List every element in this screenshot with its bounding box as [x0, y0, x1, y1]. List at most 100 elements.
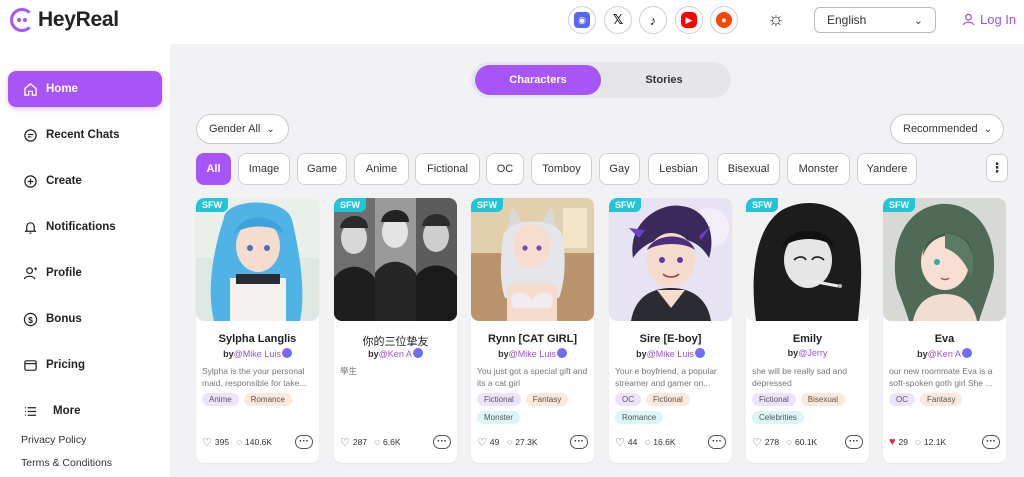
chat-count: 16.6K [653, 437, 676, 447]
sidebar-item-pricing[interactable]: Pricing [8, 347, 162, 383]
chat-icon: ◌ [506, 436, 513, 448]
tag: OC [889, 393, 915, 406]
card-menu-button[interactable]: ··· [570, 435, 588, 449]
author-link[interactable]: @Jerry [798, 348, 827, 358]
card-title: Rynn [CAT GIRL] [487, 333, 577, 345]
category-oc[interactable]: OC [486, 153, 524, 185]
card-menu-button[interactable]: ··· [433, 435, 451, 449]
card-menu-button[interactable]: ··· [845, 435, 863, 449]
category-gay[interactable]: Gay [599, 153, 640, 185]
category-anime[interactable]: Anime [354, 153, 409, 185]
tag: Fictional [646, 393, 690, 406]
author-link[interactable]: @Mike Luis [509, 349, 556, 359]
discord-icon: ◉ [574, 12, 590, 28]
category-lesbian[interactable]: Lesbian [648, 153, 709, 185]
tag-list: OC Fantasy [889, 393, 1002, 406]
tag: Bisexual [800, 393, 846, 406]
author-link[interactable]: @Ken A [379, 349, 412, 359]
theme-toggle[interactable]: ☼ [762, 6, 790, 34]
character-image[interactable]: SFW [471, 198, 594, 321]
category-monster[interactable]: Monster [787, 153, 850, 185]
card-stats: ♡ 49 ◌ 27.3K ··· [477, 435, 588, 449]
category-all[interactable]: All [196, 153, 231, 185]
author-link[interactable]: @Mike Luis [647, 349, 694, 359]
author-link[interactable]: @Mike Luis [234, 349, 281, 359]
gender-filter[interactable]: Gender All ⌄ [196, 114, 289, 144]
character-card[interactable]: SFW Rynn [CAT GIRL] by@Mike Luis You jus… [471, 198, 594, 463]
character-card[interactable]: SFW 你的三位挚友 by@Ken A 學生 ♡ 287 ◌ 6.6K ··· [334, 198, 457, 463]
heart-icon[interactable]: ♡ [202, 436, 212, 449]
login-label: Log In [980, 12, 1017, 27]
sort-dropdown[interactable]: Recommended ⌄ [890, 114, 1004, 144]
sidebar-item-bonus[interactable]: $ Bonus [8, 301, 162, 337]
heart-icon[interactable]: ♡ [752, 436, 762, 449]
card-author: by@Mike Luis [200, 348, 315, 359]
sidebar-item-more[interactable]: More [8, 393, 162, 429]
character-image[interactable]: SFW [883, 198, 1006, 321]
x-button[interactable]: 𝕏 [604, 6, 632, 34]
wallet-icon [22, 357, 38, 373]
chat-count: 12.1K [923, 437, 947, 447]
heart-icon[interactable]: ♥ [889, 436, 896, 448]
privacy-policy-link[interactable]: Privacy Policy [21, 434, 86, 446]
sidebar-item-home[interactable]: Home [8, 71, 162, 107]
tab-stories[interactable]: Stories [601, 65, 727, 95]
chat-count: 140.6K [245, 437, 272, 447]
user-icon [962, 13, 975, 26]
logo[interactable]: HeyReal [10, 8, 119, 32]
category-bisexual[interactable]: Bisexual [717, 153, 780, 185]
character-image[interactable]: SFW [196, 198, 319, 321]
author-link[interactable]: @Ken A [928, 349, 961, 359]
card-stats: ♥ 29 ◌ 12.1K ··· [889, 435, 1000, 449]
chat-icon: ◌ [915, 436, 921, 448]
by-label: by [498, 349, 509, 359]
sidebar-item-notifications[interactable]: Notifications [8, 209, 162, 245]
language-select[interactable]: English ⌄ [814, 7, 936, 33]
tag: Fictional [477, 393, 521, 406]
card-menu-button[interactable]: ··· [295, 435, 313, 449]
card-description: our new roommate Eva is a soft-spoken go… [889, 366, 993, 388]
category-tomboy[interactable]: Tomboy [531, 153, 592, 185]
character-image[interactable]: SFW [334, 198, 457, 321]
character-card[interactable]: SFW Eva by@Ken A our new roommate Eva is… [883, 198, 1006, 463]
sidebar-item-label: More [53, 405, 81, 417]
tag: Romance [243, 393, 292, 406]
tag-list: Anime Romance [202, 393, 315, 406]
by-label: by [917, 349, 928, 359]
more-categories-button[interactable]: ⋮ [986, 154, 1008, 182]
character-card[interactable]: SFW Emily by@Jerry she will be really sa… [746, 198, 869, 463]
discord-button[interactable]: ◉ [568, 6, 596, 34]
character-card[interactable]: SFW Sire [E-boy] by@Mike Luis Your e boy… [609, 198, 732, 463]
character-image[interactable]: SFW [746, 198, 869, 321]
sidebar-item-recent-chats[interactable]: Recent Chats [8, 117, 162, 153]
heart-icon[interactable]: ♡ [615, 436, 625, 449]
terms-link[interactable]: Terms & Conditions [21, 457, 112, 469]
card-menu-button[interactable]: ··· [708, 435, 726, 449]
chevron-down-icon: ⌄ [266, 123, 275, 135]
chat-icon [22, 127, 38, 143]
category-game[interactable]: Game [297, 153, 347, 185]
tag-list: OC Fictional Romance [615, 393, 728, 424]
tiktok-button[interactable]: ♪ [639, 6, 667, 34]
login-button[interactable]: Log In [962, 12, 1016, 27]
category-fictional[interactable]: Fictional [415, 153, 480, 185]
card-author: by@Mike Luis [475, 348, 590, 359]
card-description: 學生 [340, 366, 358, 376]
reddit-button[interactable]: ● [710, 6, 738, 34]
heart-icon[interactable]: ♡ [340, 436, 350, 449]
character-card[interactable]: SFW Sylpha Langlis by@Mike Luis Sylpha i… [196, 198, 319, 463]
tag: Anime [202, 393, 239, 406]
verified-icon [556, 348, 567, 358]
sidebar-item-label: Profile [46, 267, 82, 279]
card-title: 你的三位挚友 [362, 336, 429, 348]
category-image[interactable]: Image [238, 153, 290, 185]
character-image[interactable]: SFW [609, 198, 732, 321]
like-count: 29 [898, 437, 908, 447]
sidebar-item-create[interactable]: Create [8, 163, 162, 199]
youtube-button[interactable]: ▶ [675, 6, 703, 34]
tab-characters[interactable]: Characters [475, 65, 601, 95]
heart-icon[interactable]: ♡ [477, 436, 487, 449]
sidebar-item-profile[interactable]: Profile [8, 255, 162, 291]
card-menu-button[interactable]: ··· [982, 435, 1000, 449]
category-yandere[interactable]: Yandere [857, 153, 917, 185]
